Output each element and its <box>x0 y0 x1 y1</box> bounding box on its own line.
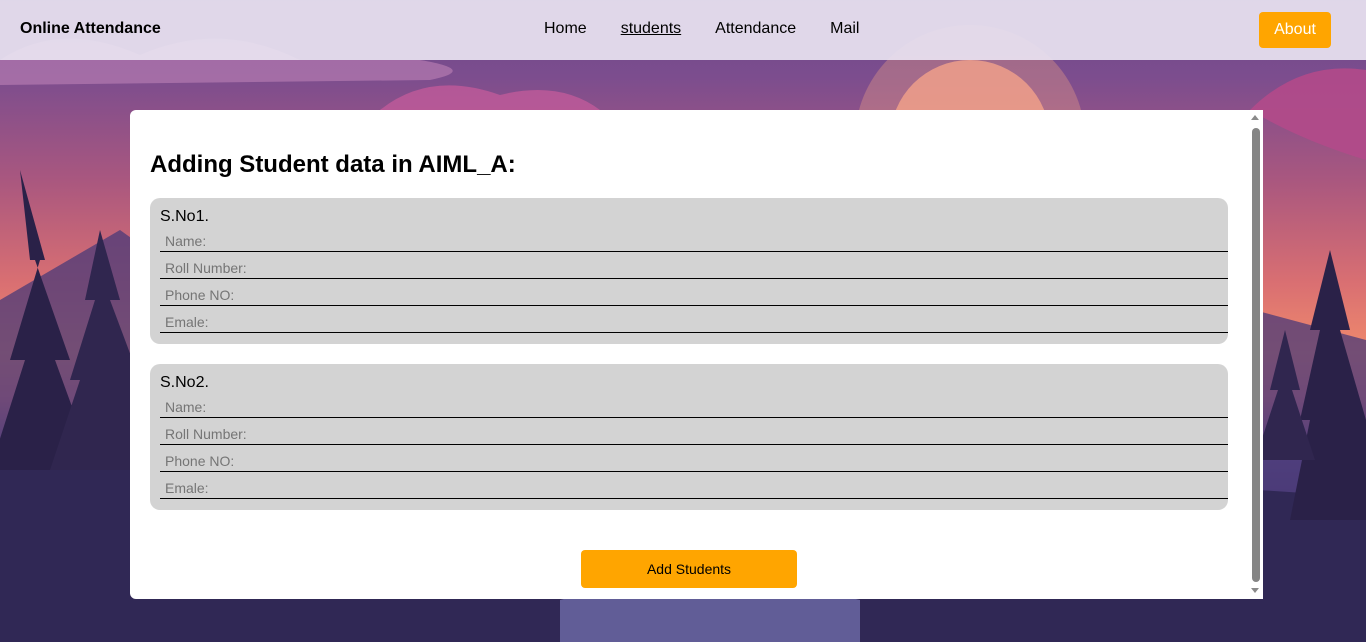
roll-number-input[interactable] <box>160 418 1228 445</box>
panel-scrollbar[interactable] <box>1248 110 1263 599</box>
email-input[interactable] <box>160 472 1228 499</box>
nav-link-attendance[interactable]: Attendance <box>715 20 796 38</box>
student-form-panel: Adding Student data in AIML_A: S.No1. S.… <box>130 110 1263 599</box>
scroll-thumb[interactable] <box>1252 128 1260 582</box>
student-card: S.No2. <box>150 364 1228 510</box>
top-navbar: Online Attendance Home students Attendan… <box>0 0 1366 60</box>
phone-input[interactable] <box>160 279 1228 306</box>
about-button[interactable]: About <box>1259 12 1331 48</box>
email-input[interactable] <box>160 306 1228 333</box>
student-serial-label: S.No2. <box>160 374 209 391</box>
nav-link-mail[interactable]: Mail <box>830 20 859 38</box>
nav-links: Home students Attendance Mail <box>544 20 893 38</box>
name-input[interactable] <box>160 225 1228 252</box>
nav-link-home[interactable]: Home <box>544 20 587 38</box>
scroll-up-arrow-icon[interactable] <box>1251 115 1259 120</box>
nav-link-students[interactable]: students <box>621 20 681 38</box>
add-students-button[interactable]: Add Students <box>581 550 797 588</box>
brand-title: Online Attendance <box>20 20 161 37</box>
student-serial-label: S.No1. <box>160 208 209 225</box>
student-card: S.No1. <box>150 198 1228 344</box>
name-input[interactable] <box>160 391 1228 418</box>
phone-input[interactable] <box>160 445 1228 472</box>
page-title: Adding Student data in AIML_A: <box>150 151 516 178</box>
roll-number-input[interactable] <box>160 252 1228 279</box>
scroll-down-arrow-icon[interactable] <box>1251 588 1259 593</box>
